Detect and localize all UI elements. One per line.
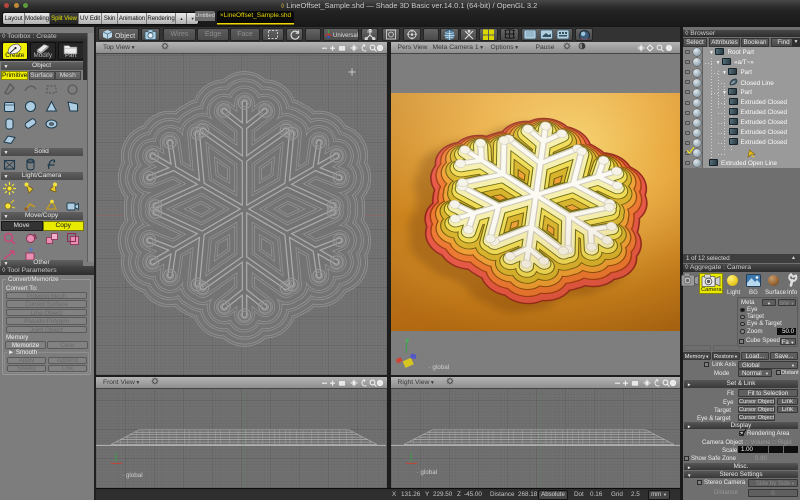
svg-text:UB: UB [367, 29, 373, 34]
